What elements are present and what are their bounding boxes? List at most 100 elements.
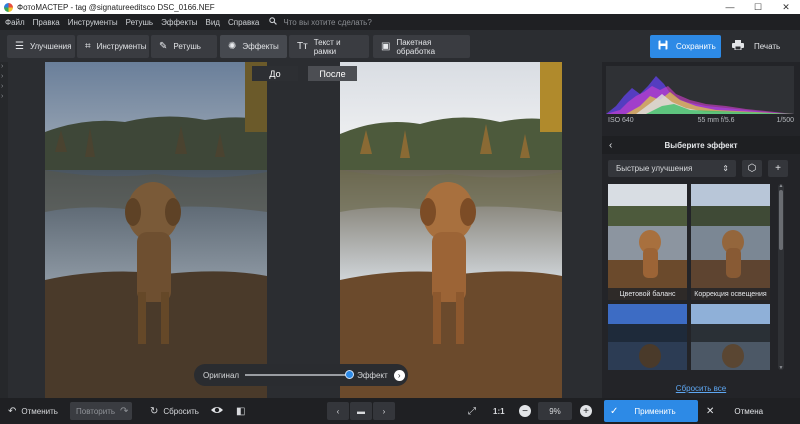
thumbnail-caption: Коррекция освещения [691,288,770,300]
slider-track[interactable] [245,370,354,379]
tab-batch[interactable]: ▣ Пакетная обработка [373,35,470,58]
undo-icon: ↶ [8,405,17,417]
back-arrow-icon[interactable]: ‹ [609,140,612,151]
batch-icon: ▣ [381,41,391,52]
shutter-value: 1/500 [776,117,794,124]
undo-label: Отменить [21,406,58,416]
main-toolbar: ☰ Улучшения ⌗ Инструменты ✎ Ретушь ✺ Эфф… [0,30,800,62]
effect-category-value: Быстрые улучшения [616,164,693,173]
expand-arrow-icon[interactable]: › [0,82,8,92]
expand-arrow-icon[interactable]: › [0,72,8,82]
close-window-button[interactable]: ✕ [772,0,800,14]
slider-effect-label: Эффект [357,370,388,380]
cancel-button[interactable]: ✕ Отмена [702,400,796,422]
split-compare-button[interactable]: ◧ [236,402,250,420]
chevron-updown-icon: ⇕ [722,164,729,173]
iso-value: ISO 640 [608,117,634,124]
apply-label: Применить [634,406,676,416]
arrow-right-icon[interactable]: › [393,369,405,381]
crop-icon: ⌗ [85,41,91,52]
scroll-down-icon[interactable]: ▼ [778,365,784,371]
zoom-level[interactable]: 9% [538,402,572,420]
after-label: После [308,66,357,81]
tab-retouch-label: Ретушь [173,42,201,51]
scrollbar-thumb[interactable] [779,190,783,250]
menu-view[interactable]: Вид [201,18,223,27]
tab-tools-label: Инструменты [96,42,147,51]
tab-effects[interactable]: ✺ Эффекты [220,35,287,58]
exif-info: ISO 640 55 mm f/5.6 1/500 [608,117,794,129]
tab-enhancements[interactable]: ☰ Улучшения [7,35,75,58]
eye-icon [210,405,224,418]
histogram [606,66,794,114]
slider-original-label: Оригинал [203,370,240,380]
thumbnails-scrollbar[interactable]: ▲ ▼ [778,183,784,371]
cube-button[interactable]: ⬡ [742,160,762,177]
tab-retouch[interactable]: ✎ Ретушь [151,35,217,58]
print-button[interactable]: Печать [726,35,786,58]
reset-icon: ↻ [150,405,159,417]
prev-image-button[interactable]: ‹ [327,402,349,420]
maximize-button[interactable]: ☐ [744,0,772,14]
thumbnail-caption: Цветовой баланс [608,288,687,300]
zoom-in-button[interactable]: + [580,405,592,417]
tab-tools[interactable]: ⌗ Инструменты [77,35,149,58]
search-placeholder: Что вы хотите сделать? [283,17,372,27]
actual-size-button[interactable]: 1:1 [493,402,505,420]
lens-value: 55 mm f/5.6 [697,117,735,124]
menu-retouch[interactable]: Ретушь [122,18,158,27]
effects-panel-header: ‹ Выберите эффект [602,136,800,154]
slider-handle[interactable] [344,370,354,379]
sliders-icon: ☰ [15,41,24,52]
menu-bar: Файл Правка Инструменты Ретушь Эффекты В… [0,14,800,30]
save-button-label: Сохранить [676,42,716,51]
command-search[interactable]: Что вы хотите сделать? [269,17,372,27]
save-button[interactable]: Сохранить [650,35,721,58]
effect-thumbnail[interactable] [691,304,770,370]
next-image-button[interactable]: › [373,402,395,420]
undo-button[interactable]: ↶ Отменить [8,402,58,420]
menu-file[interactable]: Файл [0,18,29,27]
after-image [340,62,562,398]
expand-arrow-icon[interactable]: › [0,62,8,72]
chevron-left-icon: ‹ [336,406,340,416]
printer-icon [732,40,744,53]
scroll-up-icon[interactable]: ▲ [778,183,784,189]
effect-thumbnail[interactable]: Коррекция освещения [691,184,770,300]
redo-icon: ↷ [120,405,129,417]
menu-edit[interactable]: Правка [29,18,64,27]
fit-to-screen-button[interactable]: ⤢ [468,402,481,420]
sparkle-icon: ✺ [228,41,237,52]
plus-icon: + [775,163,781,174]
toggle-preview-button[interactable] [210,402,229,420]
reset-all-link[interactable]: Сбросить все [602,384,800,393]
text-icon: Tт [297,41,308,52]
tab-effects-label: Эффекты [242,42,279,51]
redo-label: Повторить [76,406,116,416]
tab-batch-label: Пакетная обработка [396,37,436,56]
left-collapse-strip[interactable]: › › › › [0,62,8,398]
effect-strength-slider[interactable]: Оригинал Эффект › [194,364,408,386]
app-logo-icon [4,2,13,12]
preview-canvas: До После Оригинал Эффект › [8,62,602,398]
menu-help[interactable]: Справка [224,18,263,27]
before-image [45,62,267,398]
window-title: ФотоМАСТЕР - tag @signatureeditsco DSC_0… [17,2,215,12]
effect-thumbnail[interactable] [608,304,687,370]
minimize-button[interactable]: — [716,0,744,14]
reset-button[interactable]: ↻ Сбросить [150,402,199,420]
expand-arrow-icon[interactable]: › [0,92,8,102]
menu-effects[interactable]: Эффекты [157,18,201,27]
cube-icon: ⬡ [747,163,757,174]
zoom-out-button[interactable]: − [519,405,531,417]
redo-button[interactable]: Повторить ↷ [70,402,132,420]
apply-button[interactable]: ✓ Применить [604,400,698,422]
effect-thumbnail[interactable]: Цветовой баланс [608,184,687,300]
split-view-icon: ◧ [236,405,246,417]
open-folder-button[interactable]: ▬ [350,402,372,420]
right-panel: ISO 640 55 mm f/5.6 1/500 ‹ Выберите эфф… [602,62,800,398]
menu-tools[interactable]: Инструменты [64,18,122,27]
add-effect-button[interactable]: + [768,160,788,177]
effect-category-select[interactable]: Быстрые улучшения ⇕ [608,160,736,177]
tab-text-frames[interactable]: Tт Текст и рамки [289,35,369,58]
